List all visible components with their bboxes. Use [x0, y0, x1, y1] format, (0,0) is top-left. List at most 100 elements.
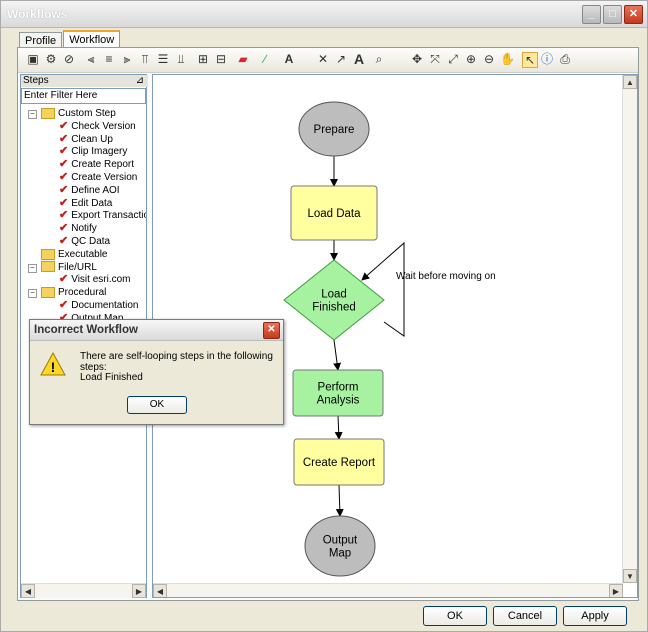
flow-arrow[interactable]	[335, 484, 344, 517]
folder-icon	[41, 261, 55, 273]
canvas-scroll-left-icon[interactable]: ◀	[153, 584, 167, 597]
align-right-icon[interactable]: ⫸	[120, 52, 134, 66]
step-check-icon: ✔	[59, 299, 69, 311]
hand-icon[interactable]: ✋	[500, 52, 515, 66]
folder-icon	[41, 248, 55, 260]
print-icon[interactable]: ⎙	[558, 52, 572, 66]
zoom-extent-icon[interactable]: ⤢	[446, 52, 460, 66]
step-check-icon: ✔	[59, 222, 69, 235]
font-color-icon[interactable]: A	[282, 52, 296, 66]
node-label-load-data: Load Data	[307, 208, 361, 220]
apply-button[interactable]: Apply	[563, 606, 627, 626]
fit-icon[interactable]: ⤧	[428, 52, 442, 66]
tree-label: QC Data	[71, 236, 111, 247]
connect-icon[interactable]: ↗	[334, 52, 348, 66]
text-icon[interactable]: A	[352, 52, 366, 66]
warning-icon: !	[40, 352, 66, 376]
tree-label: Create Version	[71, 172, 138, 183]
step-check-icon: ✔	[59, 183, 69, 196]
align-left-icon[interactable]: ⫷	[84, 52, 98, 66]
workflows-window: Workflows _ □ ✕ Profile Workflow ▣ ⚙ ⊘ ⫷…	[0, 0, 648, 632]
ok-button[interactable]: OK	[423, 606, 487, 626]
auto-layout-icon[interactable]: ⊟	[214, 52, 228, 66]
tree-label: Clip Imagery	[71, 146, 128, 158]
align-top-icon[interactable]: ⫪	[138, 52, 152, 66]
info-icon[interactable]: ⓘ	[540, 52, 554, 66]
cancel-button[interactable]: Cancel	[493, 606, 557, 626]
close-button[interactable]: ✕	[624, 5, 643, 24]
step-check-icon: ✔	[59, 132, 69, 145]
step-check-icon: ✔	[59, 171, 69, 183]
tree-label: File/URL	[58, 261, 97, 273]
folder-icon	[41, 107, 55, 119]
tree-label: Visit esri.com	[71, 274, 131, 286]
step-check-icon: ✔	[59, 235, 69, 247]
zoom-in-icon[interactable]: ⊕	[464, 52, 478, 66]
node-label-load-finished: Load	[321, 289, 347, 301]
step-check-icon: ✔	[59, 273, 69, 286]
delete-shape-icon[interactable]: ✕	[316, 52, 330, 66]
tree-label: Clean Up	[71, 133, 113, 145]
flow-arrow[interactable]	[334, 415, 343, 440]
tree-label: Documentation	[71, 300, 139, 311]
filter-input[interactable]: Enter Filter Here	[21, 88, 146, 104]
tree-label: Create Report	[71, 159, 135, 171]
collapse-icon[interactable]: −	[28, 110, 37, 119]
dialog-ok-button[interactable]: OK	[127, 396, 187, 414]
align-middle-icon[interactable]: ☰	[156, 52, 170, 66]
scroll-up-icon[interactable]: ▲	[623, 75, 637, 89]
collapse-icon[interactable]: −	[28, 263, 37, 273]
tree-label: Executable	[58, 248, 108, 260]
fill-color-icon[interactable]: ▰	[236, 52, 250, 66]
pan-icon[interactable]: ✥	[410, 52, 424, 66]
align-bottom-icon[interactable]: ⫫	[174, 52, 188, 66]
select-icon[interactable]: ↖	[522, 52, 538, 68]
line-color-icon[interactable]: ∕	[258, 52, 272, 66]
node-label-perform-analysis: Perform	[318, 382, 359, 394]
pin-icon[interactable]: ⊿	[136, 75, 144, 87]
zoom-out-icon[interactable]: ⊖	[482, 52, 496, 66]
collapse-icon[interactable]: −	[28, 289, 37, 299]
find-icon[interactable]: ⌕	[372, 52, 386, 66]
incorrect-workflow-dialog: Incorrect Workflow ✕ ! There are self-lo…	[29, 319, 284, 425]
node-label-create-report: Create Report	[303, 457, 376, 469]
loop-label: Wait before moving on	[396, 271, 496, 282]
scroll-left-icon[interactable]: ◀	[21, 584, 35, 598]
step-check-icon: ✔	[59, 158, 69, 171]
node-label-load-finished: Finished	[312, 302, 355, 314]
tree-label: Procedural	[58, 287, 107, 299]
layout-icon[interactable]: ⊞	[196, 52, 210, 66]
node-label-prepare: Prepare	[314, 124, 355, 136]
step-check-icon: ✔	[59, 145, 69, 158]
scroll-right-icon[interactable]: ▶	[132, 584, 146, 598]
tree-label: Custom Step	[58, 108, 116, 119]
tree-label: Define AOI	[71, 184, 120, 196]
canvas-vscroll[interactable]: ▲ ▼	[622, 75, 637, 583]
save-icon[interactable]: ▣	[26, 52, 40, 66]
canvas-hscroll[interactable]: ◀ ▶	[153, 583, 623, 597]
steps-hscroll[interactable]: ◀ ▶	[21, 583, 146, 598]
tree-label: Check Version	[71, 120, 136, 132]
node-label-output-map: Output	[323, 535, 358, 547]
delete-icon[interactable]: ⊘	[62, 52, 76, 66]
title-bar: Workflows _ □ ✕	[1, 1, 647, 28]
dialog-step-name: Load Finished	[80, 372, 143, 383]
scroll-down-icon[interactable]: ▼	[623, 569, 637, 583]
step-check-icon: ✔	[59, 196, 69, 209]
step-check-icon: ✔	[59, 119, 69, 132]
folder-icon	[41, 287, 55, 299]
align-center-icon[interactable]: ≡	[102, 52, 116, 66]
maximize-button[interactable]: □	[603, 5, 622, 24]
node-label-perform-analysis: Analysis	[317, 395, 360, 407]
steps-header-label: Steps	[23, 75, 49, 86]
svg-text:!: !	[51, 359, 56, 375]
steps-header: Steps ⊿	[21, 75, 148, 87]
dialog-message: There are self-looping steps in the foll…	[80, 351, 273, 373]
minimize-button[interactable]: _	[582, 5, 601, 24]
tree-label: Notify	[71, 223, 97, 235]
dialog-close-button[interactable]: ✕	[263, 322, 280, 339]
canvas-scroll-right-icon[interactable]: ▶	[609, 584, 623, 597]
dialog-title-bar: Incorrect Workflow ✕	[30, 320, 283, 341]
properties-icon[interactable]: ⚙	[44, 52, 58, 66]
flow-arrow[interactable]	[333, 339, 342, 371]
